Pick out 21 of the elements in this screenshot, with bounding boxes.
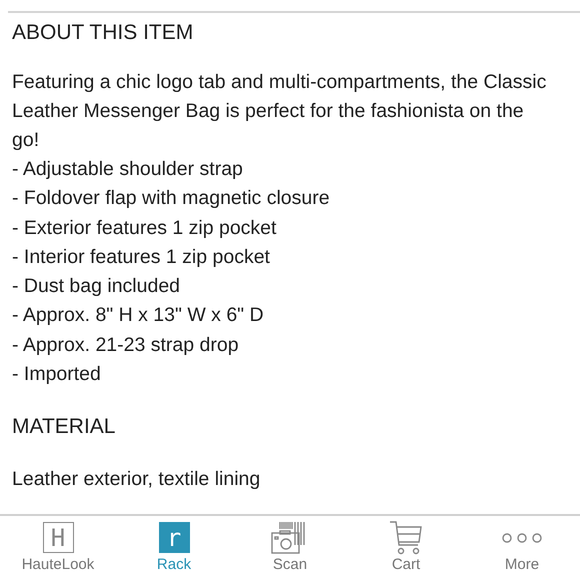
description-text: Leather exterior, textile lining [12,467,262,492]
feature-line: - Approx. 8" H x 13" W x 6" D [12,303,265,328]
feature-line: - Approx. 21-23 strap drop [12,332,240,358]
tab[interactable]: r Rack [116,516,232,578]
tab[interactable]: Cart [348,516,464,578]
cart-icon [389,520,423,554]
feature-line: - Adjustable shoulder strap [12,157,244,182]
section-heading: MATERIAL [12,414,116,440]
tab[interactable]: More [464,516,580,578]
feature-line: - Exterior features 1 zip pocket [12,216,278,241]
tab[interactable]: Scan [232,516,348,578]
feature-line: - Imported [12,362,102,388]
section-heading: ABOUT THIS ITEM [12,20,194,46]
feature-line: - Foldover flap with magnetic closure [12,186,331,212]
tab[interactable]: H HauteLook [0,516,116,578]
letter-icon: H [42,522,74,553]
feature-line: - Interior features 1 zip pocket [12,244,271,270]
feature-line: - Dust bag included [12,274,182,300]
description-text: Featuring a chic logo tab and multi-compartments, the Classic Leather Messenger Bag is perfect for the fashionista on the go! [12,70,547,153]
letter-icon: r [158,522,190,553]
more-icon [502,532,542,544]
